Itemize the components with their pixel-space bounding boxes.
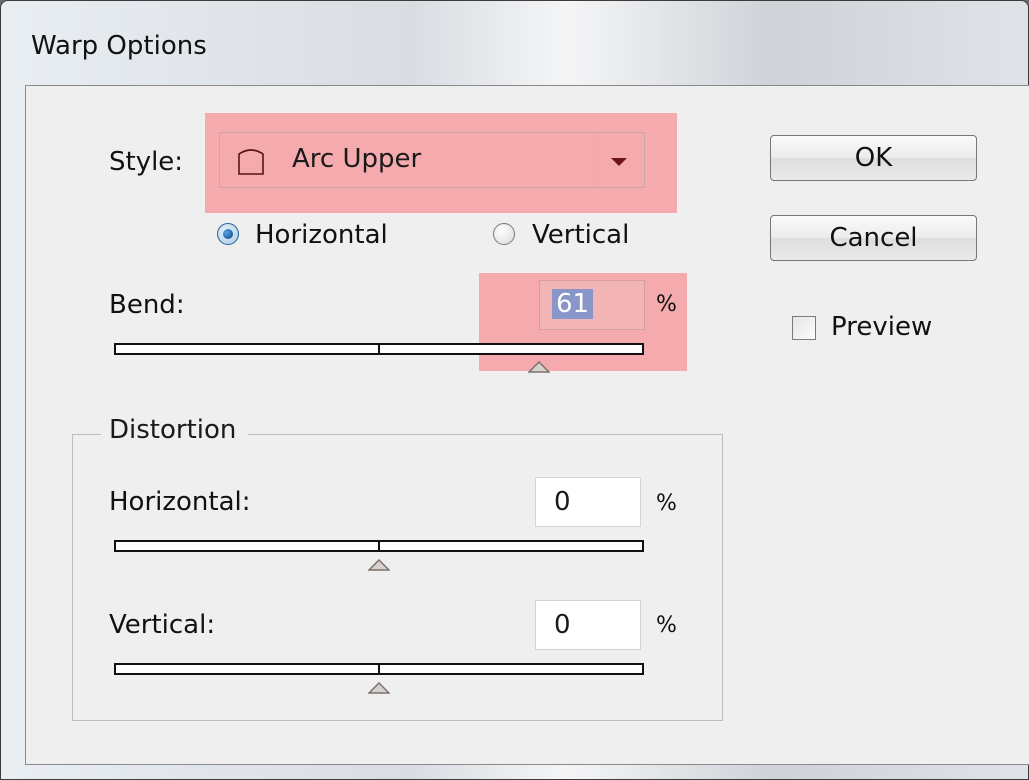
slider-center-tick — [378, 542, 380, 550]
cancel-button[interactable]: Cancel — [770, 215, 977, 261]
distortion-vertical-slider-track[interactable] — [114, 663, 644, 675]
distortion-vertical-unit: % — [656, 613, 677, 638]
radio-selected-dot — [223, 229, 233, 239]
distortion-group-title: Distortion — [101, 415, 249, 445]
arc-upper-icon — [238, 149, 264, 175]
distortion-horizontal-slider-thumb[interactable] — [368, 559, 390, 571]
style-label: Style: — [109, 147, 184, 177]
bend-input-value: 61 — [552, 289, 594, 319]
title-bar[interactable]: Warp Options — [1, 1, 1028, 85]
distortion-horizontal-input[interactable]: 0 — [535, 477, 641, 527]
bend-slider-track[interactable] — [114, 343, 644, 355]
warp-options-dialog: Warp Options Style: Arc Upper Horizontal… — [0, 0, 1029, 780]
distortion-horizontal-value: 0 — [554, 487, 571, 517]
distortion-vertical-input[interactable]: 0 — [535, 600, 641, 650]
horizontal-radio-label[interactable]: Horizontal — [255, 220, 388, 250]
ok-button[interactable]: OK — [770, 135, 977, 181]
bend-slider-thumb[interactable] — [528, 361, 550, 373]
preview-label[interactable]: Preview — [831, 312, 932, 342]
style-dropdown[interactable]: Arc Upper — [219, 132, 645, 188]
distortion-vertical-slider-thumb[interactable] — [368, 682, 390, 694]
distortion-horizontal-unit: % — [656, 491, 677, 516]
bend-unit: % — [656, 292, 677, 317]
dropdown-arrow-button[interactable] — [593, 133, 644, 187]
bend-input[interactable]: 61 — [539, 280, 645, 330]
distortion-horizontal-slider-track[interactable] — [114, 540, 644, 552]
vertical-radio-label[interactable]: Vertical — [532, 220, 629, 250]
dialog-title: Warp Options — [31, 31, 207, 61]
distortion-vertical-value: 0 — [554, 610, 571, 640]
chevron-down-icon — [611, 158, 627, 166]
distortion-horizontal-label: Horizontal: — [109, 487, 251, 517]
vertical-radio[interactable] — [493, 223, 515, 245]
horizontal-radio[interactable] — [217, 223, 239, 245]
distortion-vertical-label: Vertical: — [109, 610, 216, 640]
bend-label: Bend: — [109, 290, 185, 320]
preview-checkbox[interactable] — [792, 316, 816, 340]
style-dropdown-value: Arc Upper — [292, 144, 422, 174]
slider-center-tick — [378, 345, 380, 353]
slider-center-tick — [378, 665, 380, 673]
